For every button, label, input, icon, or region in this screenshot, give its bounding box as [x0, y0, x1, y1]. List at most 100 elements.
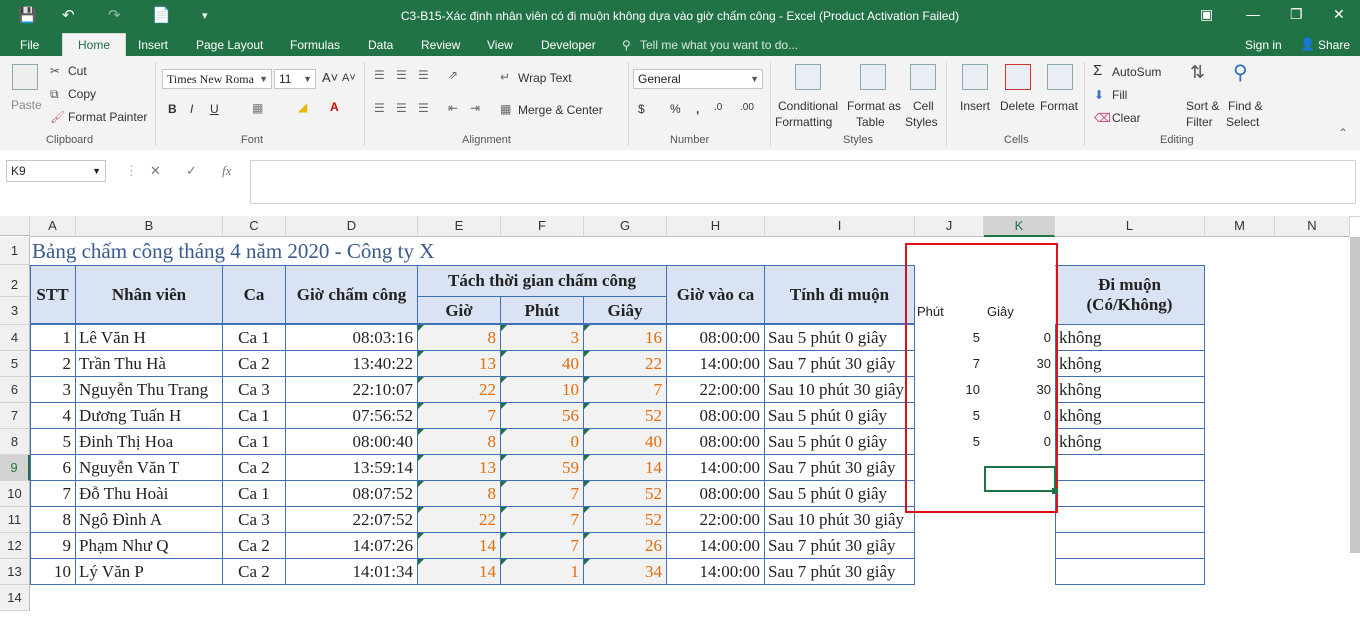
- cell-di-muon[interactable]: không: [1055, 351, 1205, 377]
- conditional-formatting-icon[interactable]: [795, 64, 821, 90]
- cell-stt[interactable]: 10: [30, 559, 76, 585]
- sort-filter-icon[interactable]: ⇅: [1190, 62, 1205, 83]
- cell-di-muon[interactable]: không: [1055, 377, 1205, 403]
- tab-review[interactable]: Review: [421, 38, 460, 52]
- find-select-icon[interactable]: ⚲: [1233, 60, 1248, 85]
- cell-tinh-di-muon[interactable]: Sau 5 phút 0 giây: [765, 429, 915, 455]
- cell-phut[interactable]: 0: [501, 429, 584, 455]
- italic-icon[interactable]: I: [190, 102, 193, 116]
- cell-gio-cham-cong[interactable]: 07:56:52: [286, 403, 418, 429]
- align-right-icon[interactable]: ☰: [418, 101, 429, 115]
- merge-center-button[interactable]: Merge & Center: [518, 103, 603, 117]
- cell-gio[interactable]: 7: [418, 403, 501, 429]
- cell-j-phut[interactable]: [915, 455, 984, 481]
- delete-cells-icon[interactable]: [1005, 64, 1031, 90]
- orientation-icon[interactable]: ⇗: [448, 68, 458, 82]
- column-header-c[interactable]: C: [223, 216, 286, 237]
- align-center-icon[interactable]: ☰: [396, 101, 407, 115]
- cell-tinh-di-muon[interactable]: Sau 7 phút 30 giây: [765, 533, 915, 559]
- cell-nhan-vien[interactable]: Phạm Như Q: [76, 533, 223, 559]
- cell-tinh-di-muon[interactable]: Sau 10 phút 30 giây: [765, 507, 915, 533]
- column-header-g[interactable]: G: [584, 216, 667, 237]
- cell-gio-cham-cong[interactable]: 13:40:22: [286, 351, 418, 377]
- sign-in-link[interactable]: Sign in: [1245, 38, 1282, 52]
- font-color-icon[interactable]: A: [330, 100, 339, 114]
- align-bottom-icon[interactable]: ☰: [418, 68, 429, 82]
- wrap-text-button[interactable]: Wrap Text: [518, 71, 572, 85]
- header-stt[interactable]: STT: [30, 265, 76, 325]
- cell-stt[interactable]: 1: [30, 325, 76, 351]
- column-header-i[interactable]: I: [765, 216, 915, 237]
- cell-gio[interactable]: 14: [418, 559, 501, 585]
- vertical-scrollbar[interactable]: [1350, 237, 1360, 553]
- header-gio-cham-cong[interactable]: Giờ chấm công: [286, 265, 418, 325]
- cell-k-giay[interactable]: 0: [984, 325, 1055, 351]
- row-header-7[interactable]: 7: [0, 403, 30, 429]
- format-as-table-button[interactable]: Format as: [847, 99, 901, 113]
- header-phut[interactable]: Phút: [501, 297, 584, 325]
- cell-nhan-vien[interactable]: Ngô Đình A: [76, 507, 223, 533]
- cell-gio-cham-cong[interactable]: 14:07:26: [286, 533, 418, 559]
- cell-k-giay[interactable]: [984, 559, 1055, 585]
- row-header-3[interactable]: 3: [0, 297, 30, 325]
- decrease-indent-icon[interactable]: ⇤: [448, 101, 458, 115]
- borders-icon[interactable]: ▦: [252, 101, 263, 115]
- header-tinh-di-muon[interactable]: Tính đi muộn: [765, 265, 915, 325]
- cell-giay[interactable]: 52: [584, 507, 667, 533]
- cell-styles-button[interactable]: Cell: [913, 99, 934, 113]
- column-header-j[interactable]: J: [915, 216, 984, 237]
- cell-di-muon[interactable]: [1055, 507, 1205, 533]
- close-icon[interactable]: ✕: [1333, 6, 1345, 23]
- cell-j-phut[interactable]: [915, 507, 984, 533]
- fill-button[interactable]: Fill: [1112, 88, 1127, 102]
- cell-nhan-vien[interactable]: Trần Thu Hà: [76, 351, 223, 377]
- cell-nhan-vien[interactable]: Đỗ Thu Hoài: [76, 481, 223, 507]
- row-header-11[interactable]: 11: [0, 507, 30, 533]
- active-cell-k9[interactable]: [984, 466, 1058, 494]
- cell-gio-vao-ca[interactable]: 08:00:00: [667, 403, 765, 429]
- formula-input[interactable]: [250, 160, 1356, 204]
- sort-filter-button[interactable]: Sort &: [1186, 99, 1219, 113]
- header-tach-thoi-gian[interactable]: Tách thời gian chấm công: [418, 265, 667, 297]
- cell-di-muon[interactable]: [1055, 455, 1205, 481]
- tab-insert[interactable]: Insert: [138, 38, 168, 52]
- cell-phut[interactable]: 59: [501, 455, 584, 481]
- cell-gio[interactable]: 22: [418, 507, 501, 533]
- cell-gio-cham-cong[interactable]: 22:07:52: [286, 507, 418, 533]
- cell-phut[interactable]: 3: [501, 325, 584, 351]
- column-header-k[interactable]: K: [984, 216, 1055, 237]
- column-header-b[interactable]: B: [76, 216, 223, 237]
- cell-ca[interactable]: Ca 1: [223, 481, 286, 507]
- cell-gio-cham-cong[interactable]: 22:10:07: [286, 377, 418, 403]
- cell-j-phut[interactable]: 10: [915, 377, 984, 403]
- copy-button[interactable]: Copy: [68, 87, 96, 101]
- row-header-13[interactable]: 13: [0, 559, 30, 585]
- minimize-icon[interactable]: —: [1246, 6, 1260, 22]
- tab-home[interactable]: Home: [62, 33, 127, 56]
- underline-icon[interactable]: U: [210, 102, 219, 116]
- row-header-12[interactable]: 12: [0, 533, 30, 559]
- currency-icon[interactable]: $: [638, 102, 645, 116]
- cell-phut[interactable]: 7: [501, 481, 584, 507]
- header-di-muon[interactable]: Đi muộn (Có/Không): [1055, 265, 1205, 325]
- column-header-h[interactable]: H: [667, 216, 765, 237]
- cut-button[interactable]: Cut: [68, 64, 87, 78]
- cell-gio-cham-cong[interactable]: 08:00:40: [286, 429, 418, 455]
- cell-ca[interactable]: Ca 1: [223, 429, 286, 455]
- cell-gio[interactable]: 8: [418, 429, 501, 455]
- header-nhan-vien[interactable]: Nhân viên: [76, 265, 223, 325]
- cell-giay[interactable]: 52: [584, 403, 667, 429]
- header-giay[interactable]: Giây: [584, 297, 667, 325]
- cell-tinh-di-muon[interactable]: Sau 5 phút 0 giây: [765, 481, 915, 507]
- header-k-giay[interactable]: Giây: [987, 297, 1058, 325]
- paste-icon[interactable]: [12, 64, 38, 90]
- cell-j-phut[interactable]: [915, 533, 984, 559]
- find-select-button[interactable]: Find &: [1228, 99, 1263, 113]
- cell-phut[interactable]: 56: [501, 403, 584, 429]
- tell-me-search[interactable]: Tell me what you want to do...: [640, 38, 798, 52]
- cell-tinh-di-muon[interactable]: Sau 10 phút 30 giây: [765, 377, 915, 403]
- row-header-8[interactable]: 8: [0, 429, 30, 455]
- column-header-f[interactable]: F: [501, 216, 584, 237]
- cell-gio-vao-ca[interactable]: 14:00:00: [667, 533, 765, 559]
- cell-stt[interactable]: 5: [30, 429, 76, 455]
